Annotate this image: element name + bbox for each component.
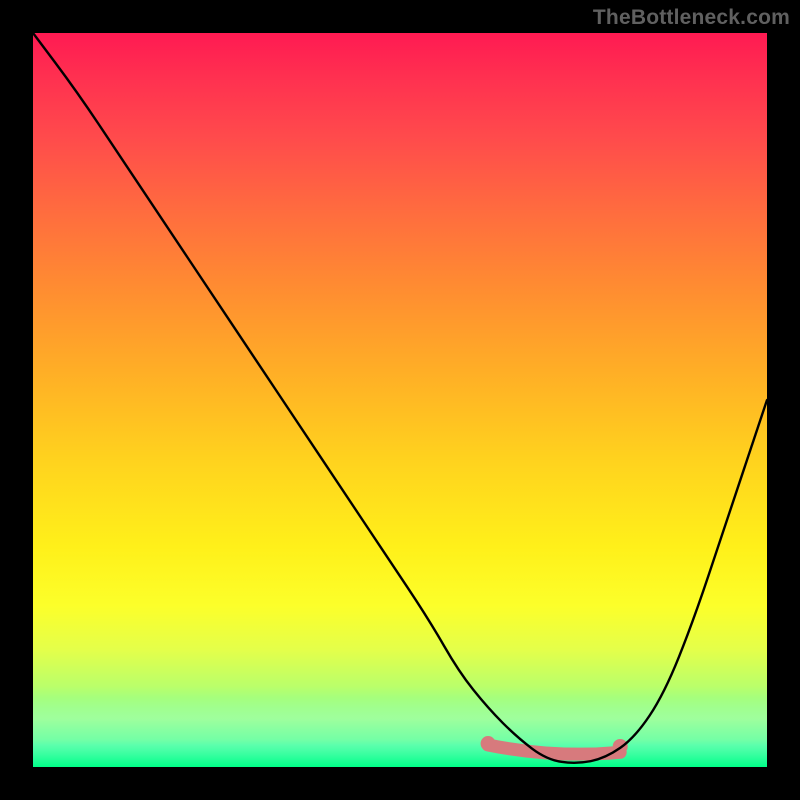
- bottleneck-curve: [33, 33, 767, 763]
- optimal-range-band: [481, 736, 628, 754]
- plot-area: [33, 33, 767, 767]
- watermark-text: TheBottleneck.com: [593, 6, 790, 30]
- chart-frame: TheBottleneck.com: [0, 0, 800, 800]
- chart-svg: [33, 33, 767, 767]
